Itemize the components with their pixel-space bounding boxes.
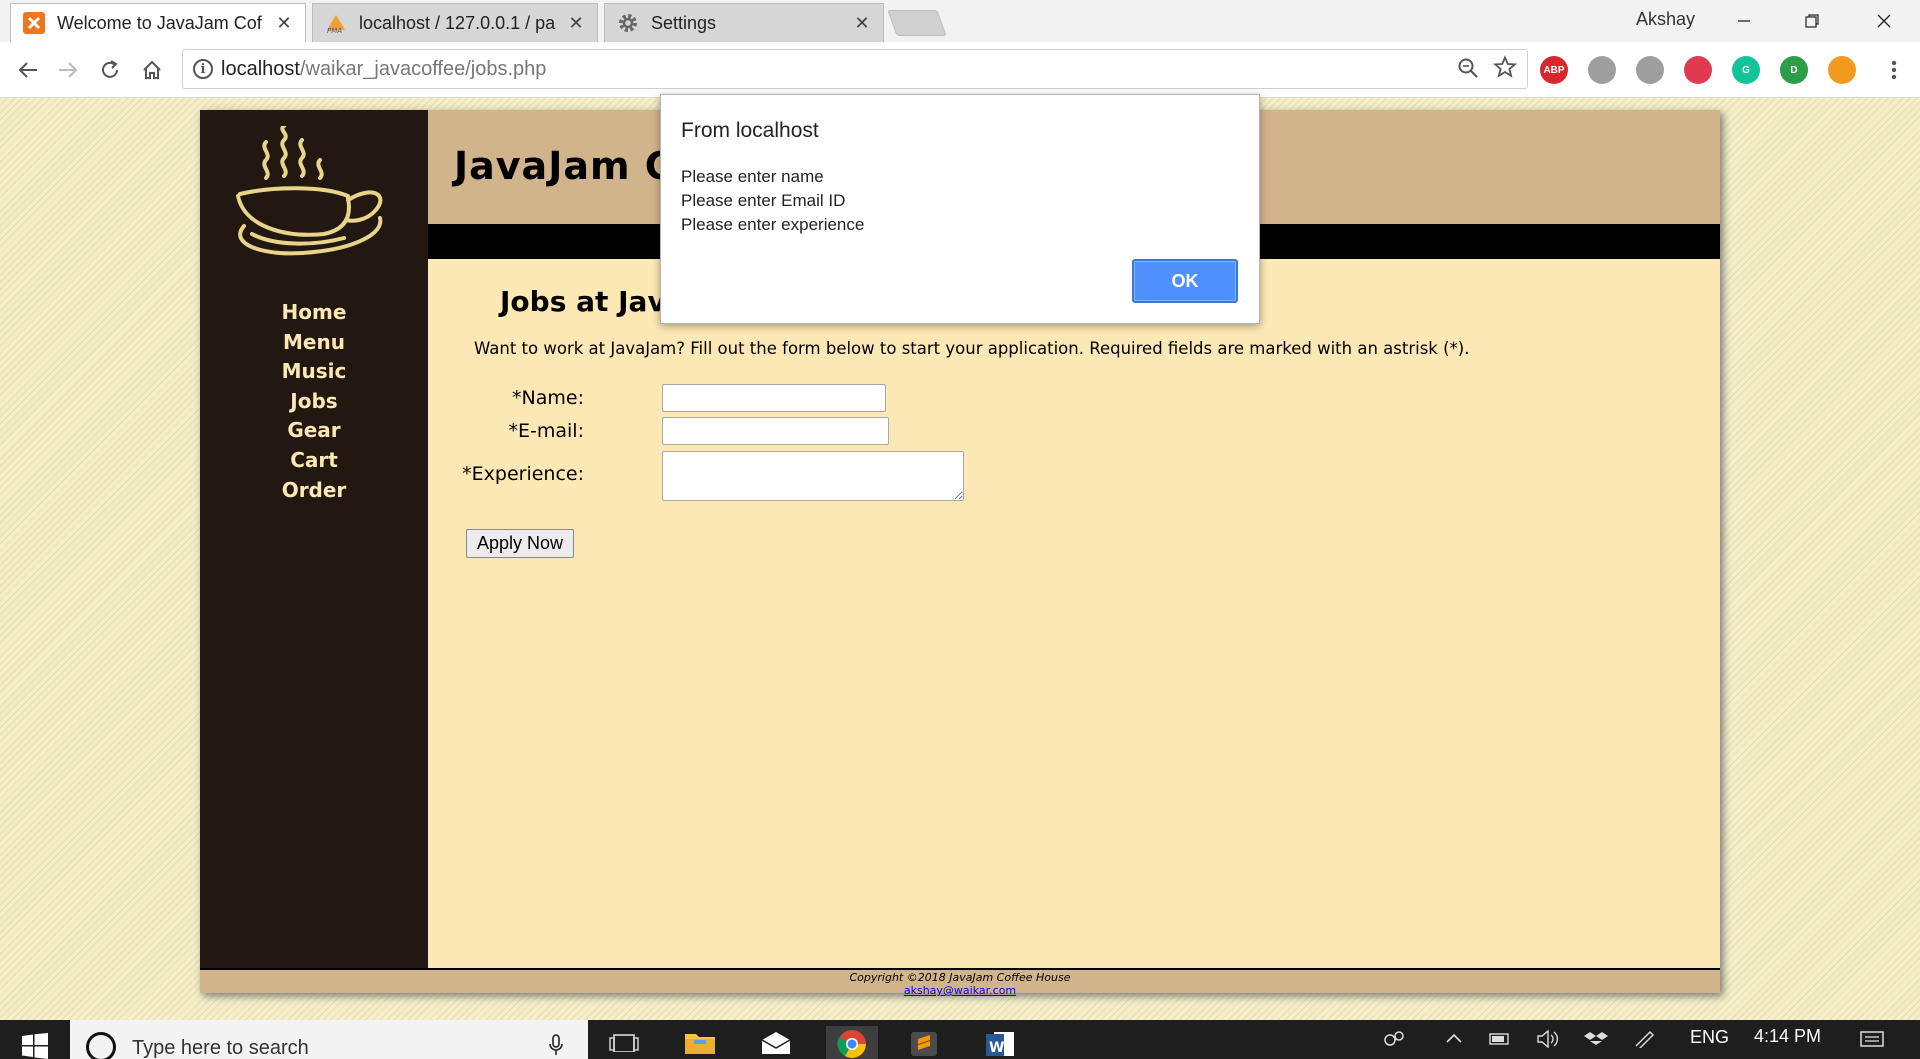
phpmyadmin-icon: PMA [325, 12, 347, 34]
dialog-ok-button[interactable]: OK [1132, 259, 1238, 303]
footer-email-link[interactable]: akshay@waikar.com [200, 984, 1720, 997]
action-center-icon[interactable] [1852, 1026, 1892, 1059]
intro-text: Want to work at JavaJam? Fill out the fo… [474, 339, 1470, 358]
taskbar-search[interactable]: Type here to search [70, 1020, 588, 1059]
dialog-message-line: Please enter name [681, 167, 824, 186]
tab-javajam[interactable]: Welcome to JavaJam Cof ✕ [10, 3, 306, 42]
restore-icon[interactable] [1784, 6, 1840, 36]
windows-taskbar: Type here to search W ENG 4:14 PM [0, 1020, 1920, 1059]
apply-now-button[interactable]: Apply Now [466, 529, 574, 558]
chrome-menu-icon[interactable] [1876, 52, 1912, 88]
svg-text:PMA: PMA [327, 27, 342, 34]
abp-icon[interactable]: ABP [1540, 56, 1568, 84]
clock-time[interactable]: 4:14 PM [1754, 1026, 1821, 1047]
nav-music[interactable]: Music [200, 357, 428, 387]
close-icon[interactable]: ✕ [567, 13, 585, 34]
close-icon[interactable]: ✕ [853, 13, 871, 34]
hand-icon[interactable] [1828, 56, 1856, 84]
alert-dialog: From localhost Please enter name Please … [660, 94, 1260, 324]
minimize-icon[interactable] [1716, 6, 1772, 36]
people-icon[interactable] [1374, 1026, 1414, 1059]
dropbox-icon[interactable] [1576, 1026, 1616, 1059]
coffee-cup-logo [236, 126, 383, 256]
window-close-icon[interactable] [1856, 6, 1912, 36]
idm-label: D [1790, 64, 1798, 76]
profile-name[interactable]: Akshay [1636, 9, 1695, 30]
dialog-title: From localhost [681, 119, 819, 142]
task-view-icon[interactable] [604, 1026, 644, 1059]
new-tab-button[interactable] [887, 10, 947, 36]
page-title: Jobs at Jav [500, 285, 666, 318]
dialog-message-line: Please enter experience [681, 215, 865, 234]
microphone-icon[interactable] [548, 1034, 564, 1059]
nav-menu[interactable]: Menu [200, 328, 428, 358]
forward-icon[interactable] [50, 52, 86, 88]
url-host: localhost [221, 58, 300, 80]
experience-label: *Experience: [462, 463, 584, 485]
tab-label: localhost / 127.0.0.1 / pa [359, 12, 556, 33]
main-content: Jobs at Jav Want to work at JavaJam? Fil… [428, 259, 1720, 968]
idm-icon[interactable]: D [1780, 56, 1808, 84]
browser-toolbar: i localhost/waikar_javacoffee/jobs.php A… [0, 42, 1920, 98]
tab-phpmyadmin[interactable]: PMA localhost / 127.0.0.1 / pa ✕ [312, 3, 598, 42]
experience-field[interactable] [662, 451, 964, 501]
grammarly-label: G [1742, 64, 1750, 76]
site-title: JavaJam C [454, 144, 674, 188]
sidebar: Home Menu Music Jobs Gear Cart Order [200, 110, 428, 968]
bookmark-star-icon[interactable] [1492, 55, 1518, 86]
dialog-message-line: Please enter Email ID [681, 191, 846, 210]
xampp-icon [23, 12, 45, 34]
tray-chevron-icon[interactable] [1434, 1026, 1474, 1059]
reload-icon[interactable] [92, 52, 128, 88]
pocket-icon[interactable] [1684, 56, 1712, 84]
language-indicator[interactable]: ENG [1690, 1027, 1729, 1048]
email-field[interactable] [662, 417, 889, 445]
browser-tab-strip: Welcome to JavaJam Cof ✕ PMA localhost /… [0, 0, 1920, 42]
grammarly-icon[interactable]: G [1732, 56, 1760, 84]
home-icon[interactable] [134, 52, 170, 88]
abp-label: ABP [1543, 64, 1565, 76]
url-path: /waikar_javacoffee/jobs.php [299, 58, 547, 80]
pen-icon[interactable] [1624, 1026, 1664, 1059]
gear-icon [617, 12, 639, 34]
search-placeholder: Type here to search [132, 1037, 309, 1059]
chrome-icon[interactable] [826, 1026, 878, 1059]
word-icon[interactable]: W [980, 1026, 1020, 1059]
site-info-icon[interactable]: i [193, 59, 213, 79]
windows-start-icon[interactable] [22, 1033, 48, 1059]
back-icon[interactable] [10, 52, 46, 88]
tab-label: Settings [651, 12, 717, 33]
copyright-text: Copyright ©2018 JavaJam Coffee House [849, 971, 1071, 984]
file-explorer-icon[interactable] [680, 1026, 720, 1059]
email-label: *E-mail: [508, 420, 584, 442]
site-footer: Copyright ©2018 JavaJam Coffee House aks… [200, 968, 1720, 997]
tab-settings[interactable]: Settings ✕ [604, 3, 884, 42]
zoom-icon[interactable] [1457, 57, 1479, 85]
clipboard-icon[interactable] [1588, 56, 1616, 84]
name-field[interactable] [662, 384, 886, 412]
close-icon[interactable]: ✕ [275, 13, 293, 34]
accessibility-icon[interactable] [1636, 56, 1664, 84]
tab-label: Welcome to JavaJam Cof [57, 12, 262, 33]
url-text: localhost/waikar_javacoffee/jobs.php [221, 58, 546, 81]
nav-home[interactable]: Home [200, 298, 428, 328]
volume-icon[interactable] [1528, 1026, 1568, 1059]
battery-icon[interactable] [1480, 1026, 1520, 1059]
sublime-text-icon[interactable] [904, 1026, 944, 1059]
name-label: *Name: [512, 387, 584, 409]
svg-text:W: W [989, 1040, 1004, 1056]
mail-icon[interactable] [756, 1026, 796, 1059]
address-bar[interactable]: i localhost/waikar_javacoffee/jobs.php [182, 49, 1528, 89]
cortana-icon [86, 1032, 116, 1059]
